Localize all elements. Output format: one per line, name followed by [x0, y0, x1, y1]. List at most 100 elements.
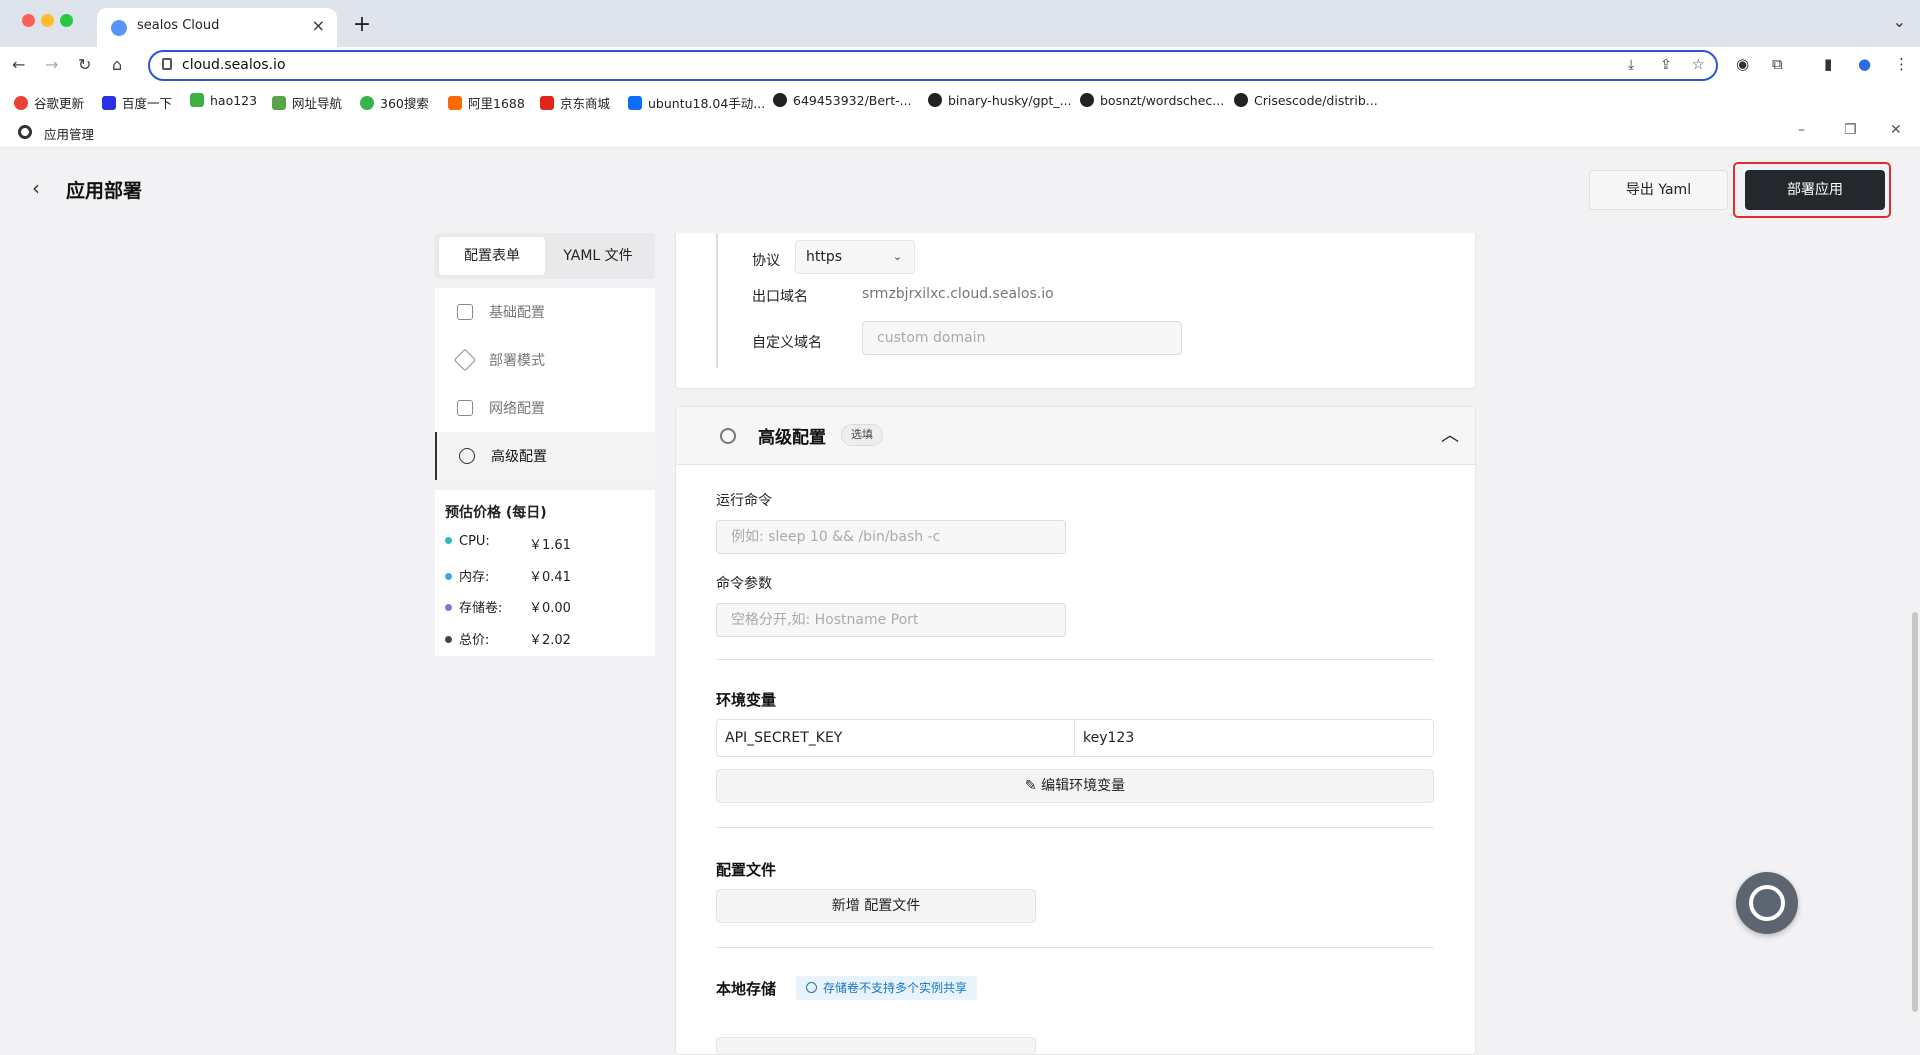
nav-network-config[interactable]: 网络配置 [435, 384, 655, 432]
cube-icon [453, 348, 477, 372]
browser-tab[interactable]: sealos Cloud × [97, 8, 337, 47]
add-storage-button[interactable] [716, 1037, 1036, 1054]
tab-close-icon[interactable]: × [312, 16, 325, 35]
divider [716, 947, 1434, 948]
command-args-input[interactable]: 空格分开,如: Hostname Port [716, 603, 1066, 637]
nav-basic-config[interactable]: 基础配置 [435, 288, 655, 336]
env-var-row: API_SECRET_KEY key123 [716, 719, 1434, 757]
jd-icon [540, 96, 554, 110]
bookmark-item[interactable]: ubuntu18.04手动... [628, 93, 765, 112]
extensions-puzzle-icon[interactable]: ⧉ [1772, 55, 1783, 73]
price-row-memory: 内存: ￥0.41 [445, 566, 571, 585]
back-chevron-icon[interactable]: ‹ [32, 176, 40, 200]
storage-dot-icon [445, 604, 452, 611]
bookmark-item[interactable]: 360搜索 [360, 93, 429, 112]
extension-badge-icon[interactable]: ◉ [1736, 55, 1749, 73]
gear-icon [459, 448, 475, 464]
optional-tag: 选填 [841, 424, 883, 446]
bookmark-item[interactable]: binary-husky/gpt_... [928, 93, 1072, 108]
bookmark-star-icon[interactable]: ☆ [1692, 57, 1705, 73]
section-nav: 基础配置 部署模式 网络配置 高级配置 [435, 288, 655, 480]
restore-icon[interactable]: ❐ [1844, 122, 1857, 138]
bookmark-item[interactable]: 百度一下 [102, 93, 172, 112]
info-icon [806, 982, 817, 993]
form-mode-tabs: 配置表单 YAML 文件 [435, 233, 655, 279]
protocol-select[interactable]: https ⌄ [795, 240, 915, 274]
github-icon [928, 93, 942, 107]
bookmark-item[interactable]: 京东商城 [540, 93, 610, 112]
close-window-dot[interactable] [22, 14, 35, 27]
tab-config-form[interactable]: 配置表单 [439, 237, 545, 275]
deploy-app-button[interactable]: 部署应用 [1745, 170, 1885, 210]
env-var-key: API_SECRET_KEY [717, 720, 1075, 756]
bookmark-item[interactable]: 网址导航 [272, 93, 342, 112]
reload-icon[interactable]: ↻ [78, 55, 91, 74]
price-title: 预估价格 (每日) [445, 505, 547, 521]
lock-icon [162, 58, 172, 70]
address-bar[interactable]: cloud.sealos.io ⤓ ⇪ ☆ [148, 50, 1718, 81]
sealos-favicon-icon [111, 20, 127, 36]
run-command-label: 运行命令 [716, 493, 772, 509]
forward-arrow-icon[interactable]: → [45, 55, 58, 74]
bookmarks-bar: 谷歌更新 百度一下 hao123 网址导航 360搜索 阿里1688 京东商城 … [0, 87, 1920, 115]
install-app-icon[interactable]: ⤓ [1628, 57, 1634, 73]
back-arrow-icon[interactable]: ← [12, 55, 25, 74]
alibaba-icon [448, 96, 462, 110]
hao123-icon [190, 93, 204, 107]
nav-advanced-config[interactable]: 高级配置 [435, 432, 655, 480]
price-row-total: 总价: ￥2.02 [445, 629, 571, 648]
command-args-label: 命令参数 [716, 576, 772, 592]
help-ring-icon [1749, 885, 1785, 921]
maximize-window-dot[interactable] [60, 14, 73, 27]
home-icon[interactable]: ⌂ [112, 55, 122, 74]
add-config-file-button[interactable]: 新增 配置文件 [716, 889, 1036, 923]
app-name: 应用管理 [44, 127, 95, 142]
advanced-config-header[interactable]: 高级配置 选填 ︿ [676, 407, 1475, 465]
document-icon [457, 304, 473, 320]
profile-avatar-icon[interactable]: ● [1858, 55, 1871, 73]
chevron-down-icon: ⌄ [892, 250, 902, 263]
bookmark-item[interactable]: 阿里1688 [448, 93, 525, 112]
browser-menu-icon[interactable]: ⋮ [1894, 55, 1909, 73]
zhihu-icon [628, 96, 642, 110]
pencil-icon: ✎ [1024, 778, 1042, 794]
tab-yaml-file[interactable]: YAML 文件 [545, 237, 651, 275]
minimize-icon[interactable]: – [1798, 122, 1805, 138]
bookmark-item[interactable]: hao123 [190, 93, 257, 108]
network-icon [457, 400, 473, 416]
cpu-dot-icon [445, 537, 452, 544]
side-panel-icon[interactable]: ▮ [1824, 55, 1832, 73]
share-icon[interactable]: ⇪ [1660, 57, 1672, 73]
run-command-input[interactable]: 例如: sleep 10 && /bin/bash -c [716, 520, 1066, 554]
close-icon[interactable]: ✕ [1890, 122, 1902, 138]
help-button[interactable] [1736, 872, 1798, 934]
export-domain-value: srmzbjrxilxc.cloud.sealos.io [862, 286, 1054, 302]
storage-notice: 存储卷不支持多个实例共享 [796, 976, 978, 1000]
price-row-cpu: CPU: ￥1.61 [445, 534, 571, 553]
env-vars-title: 环境变量 [716, 691, 777, 709]
export-yaml-button[interactable]: 导出 Yaml [1589, 170, 1728, 210]
divider [716, 827, 1434, 828]
baidu-icon [102, 96, 116, 110]
page-title: 应用部署 [66, 180, 143, 202]
price-estimate: 预估价格 (每日) CPU: ￥1.61 内存: ￥0.41 存储卷: ￥0.0… [435, 490, 655, 656]
new-tab-button[interactable]: + [348, 12, 376, 40]
advanced-config-title: 高级配置 [758, 428, 826, 448]
minimize-window-dot[interactable] [41, 14, 54, 27]
github-icon [773, 93, 787, 107]
bookmark-item[interactable]: bosnzt/wordschec... [1080, 93, 1224, 108]
edit-env-vars-button[interactable]: ✎ 编辑环境变量 [716, 769, 1434, 803]
chevron-up-icon[interactable]: ︿ [1441, 421, 1459, 447]
nav-deploy-mode[interactable]: 部署模式 [435, 336, 655, 384]
bookmark-item[interactable]: 649453932/Bert-... [773, 93, 912, 108]
bookmark-item[interactable]: Crisescode/distrib... [1234, 93, 1378, 108]
bookmark-item[interactable]: 谷歌更新 [14, 93, 84, 112]
nav-site-icon [272, 96, 286, 110]
browser-toolbar: ← → ↻ ⌂ cloud.sealos.io ⤓ ⇪ ☆ ◉ ⧉ ▮ ● ⋮ … [0, 47, 1920, 127]
tab-search-chevron-icon[interactable]: ⌄ [1893, 12, 1906, 31]
browser-tab-strip: sealos Cloud × + ⌄ [0, 0, 1920, 47]
total-dot-icon [445, 636, 452, 643]
page-scrollbar[interactable] [1912, 612, 1918, 1012]
custom-domain-input[interactable]: custom domain [862, 321, 1182, 355]
tab-title: sealos Cloud [137, 18, 220, 33]
